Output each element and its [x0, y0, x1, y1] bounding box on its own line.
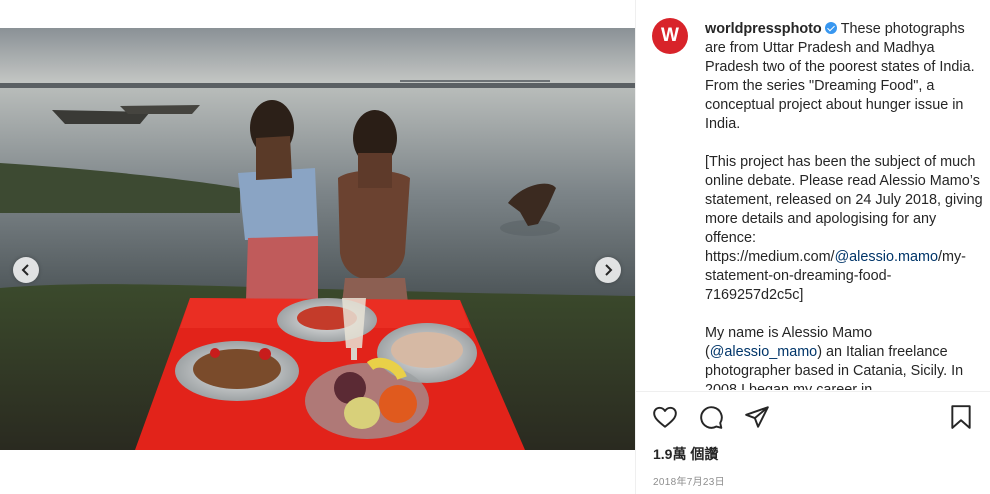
chevron-right-icon	[605, 264, 613, 276]
caption-paragraph-1: worldpressphoto These photographs are fro…	[705, 20, 983, 134]
comment-button[interactable]	[698, 404, 724, 435]
save-button[interactable]	[948, 404, 974, 435]
verified-badge-icon	[824, 22, 837, 34]
comment-icon	[700, 406, 723, 429]
like-count[interactable]: 1.9萬 個讚	[653, 444, 718, 464]
username-link[interactable]: worldpressphoto	[705, 21, 822, 37]
carousel-next-button[interactable]	[595, 257, 621, 283]
carousel-prev-button[interactable]	[13, 257, 39, 283]
caption-paragraph-3: My name is Alessio Mamo (@alessio_mamo) …	[705, 324, 983, 390]
post-caption: worldpressphoto These photographs are fro…	[705, 20, 983, 390]
post-side-panel: W worldpressphoto These photographs are f…	[636, 0, 990, 494]
caption-paragraph-2: [This project has been the subject of mu…	[705, 153, 983, 305]
post-date[interactable]: 2018年7月23日	[653, 473, 725, 488]
like-button[interactable]	[652, 404, 678, 435]
mention-link-2[interactable]: @alessio_mamo	[710, 344, 817, 360]
mention-link-1[interactable]: @alessio.mamo	[835, 249, 938, 265]
heart-icon	[653, 406, 677, 428]
post-photo[interactable]	[0, 28, 635, 450]
photo-image	[0, 28, 635, 450]
action-bar	[652, 404, 974, 432]
bookmark-icon	[951, 405, 971, 429]
share-icon	[745, 406, 769, 428]
avatar[interactable]: W	[652, 18, 688, 54]
caption-intro: These photographs are from Uttar Pradesh…	[705, 21, 975, 132]
actions-divider	[636, 391, 990, 392]
share-button[interactable]	[744, 404, 770, 435]
avatar-letter: W	[661, 25, 679, 46]
chevron-left-icon	[21, 264, 29, 276]
